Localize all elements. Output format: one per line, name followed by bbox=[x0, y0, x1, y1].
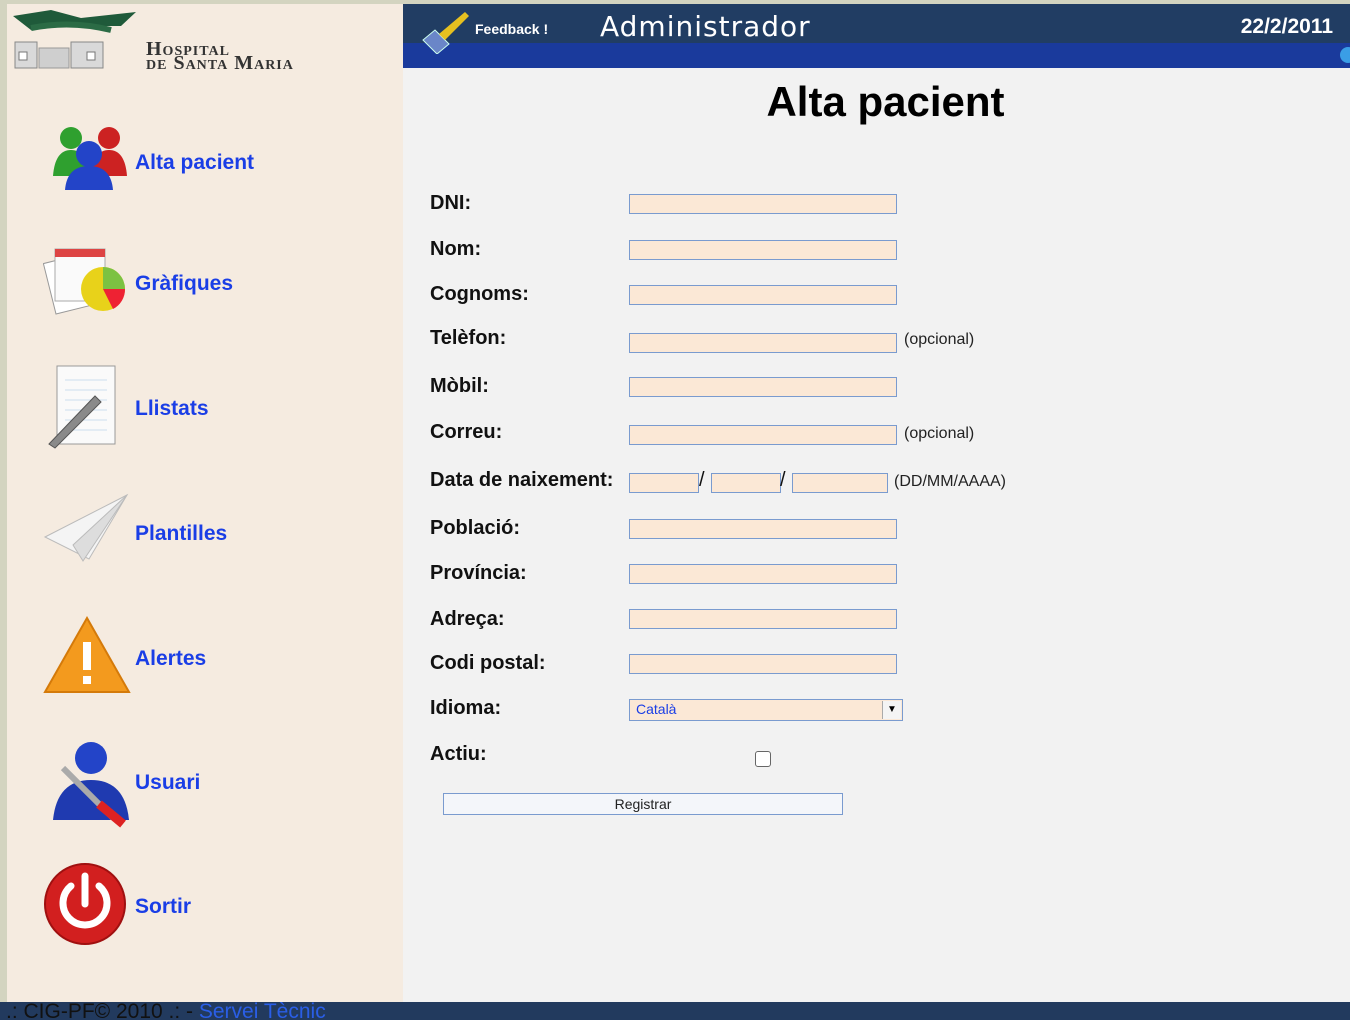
notepad-icon bbox=[48, 365, 116, 449]
poblacio-field[interactable] bbox=[629, 519, 897, 539]
date-format-hint: (DD/MM/AAAA) bbox=[894, 473, 1006, 490]
codi-postal-label: Codi postal: bbox=[430, 652, 546, 674]
sidebar-item-llistats[interactable]: Llistats bbox=[43, 364, 373, 454]
users-icon bbox=[53, 127, 127, 190]
chart-icon bbox=[43, 248, 126, 315]
date-separator: / bbox=[699, 469, 705, 491]
sidebar-item-label: Gràfiques bbox=[135, 272, 234, 295]
user-settings-icon bbox=[53, 742, 129, 828]
adreca-field[interactable] bbox=[629, 609, 897, 629]
telefon-optional-hint: (opcional) bbox=[904, 331, 975, 348]
warning-icon bbox=[43, 615, 131, 693]
cognoms-label: Cognoms: bbox=[430, 283, 529, 305]
sidebar-item-plantilles[interactable]: Plantilles bbox=[43, 489, 373, 579]
sidebar-item-label: Llistats bbox=[135, 397, 209, 420]
provincia-field[interactable] bbox=[629, 564, 897, 584]
sidebar: Hospital de Santa Maria Alta pacient Grà… bbox=[7, 4, 403, 1002]
footer-copyright: .: CIG-PF© 2010 .: - bbox=[6, 1002, 199, 1020]
mobil-label: Mòbil: bbox=[430, 375, 489, 397]
correu-field[interactable] bbox=[629, 425, 897, 445]
dni-label: DNI: bbox=[430, 192, 472, 214]
sidebar-item-sortir[interactable]: Sortir bbox=[43, 862, 373, 952]
power-icon bbox=[44, 863, 126, 945]
nom-field[interactable] bbox=[629, 240, 897, 260]
nom-label: Nom: bbox=[430, 238, 482, 260]
logo-line-2: de Santa Maria bbox=[146, 52, 294, 74]
page-title: Alta pacient bbox=[766, 78, 1005, 125]
birth-year-field[interactable] bbox=[792, 473, 888, 493]
header-bar: Feedback ! Administrador 22/2/2011 bbox=[403, 4, 1350, 69]
idioma-selected-value: Català bbox=[636, 701, 677, 717]
feedback-link[interactable]: Feedback ! bbox=[475, 21, 548, 37]
codi-postal-field[interactable] bbox=[629, 654, 897, 674]
dni-field[interactable] bbox=[629, 194, 897, 214]
birth-day-field[interactable] bbox=[629, 473, 699, 493]
actiu-label: Actiu: bbox=[430, 743, 487, 765]
data-naixement-label: Data de naixement: bbox=[430, 469, 614, 491]
corner-indicator-icon bbox=[1340, 47, 1350, 63]
cognoms-field[interactable] bbox=[629, 285, 897, 305]
sidebar-item-usuari[interactable]: Usuari bbox=[43, 738, 373, 828]
provincia-label: Província: bbox=[430, 562, 527, 584]
sidebar-item-grafiques[interactable]: Gràfiques bbox=[43, 239, 373, 329]
idioma-label: Idioma: bbox=[430, 697, 502, 719]
hospital-building-icon bbox=[13, 10, 136, 69]
header-swoosh bbox=[403, 43, 1350, 69]
footer: .: CIG-PF© 2010 .: - Servei Tècnic bbox=[0, 1002, 1350, 1020]
mobil-field[interactable] bbox=[629, 377, 897, 397]
footer-link-servei-tecnic[interactable]: Servei Tècnic bbox=[199, 1002, 326, 1020]
header-date: 22/2/2011 bbox=[1240, 15, 1333, 38]
paper-plane-icon bbox=[43, 493, 129, 562]
main-content: Alta pacient DNI: Nom: Cognoms: Telèfon:… bbox=[403, 68, 1350, 1002]
correu-label: Correu: bbox=[430, 421, 503, 443]
telefon-field[interactable] bbox=[629, 333, 897, 353]
sidebar-item-label: Sortir bbox=[135, 895, 192, 918]
header-title: Administrador bbox=[600, 10, 811, 43]
hospital-logo: Hospital de Santa Maria bbox=[11, 8, 391, 74]
telefon-label: Telèfon: bbox=[430, 327, 507, 349]
register-button[interactable]: Registrar bbox=[443, 793, 843, 815]
sidebar-item-label: Alertes bbox=[135, 647, 207, 670]
sidebar-item-label: Plantilles bbox=[135, 522, 228, 545]
date-separator: / bbox=[780, 469, 786, 491]
sidebar-item-alta-pacient[interactable]: Alta pacient bbox=[43, 118, 373, 208]
poblacio-label: Població: bbox=[430, 517, 521, 539]
footer-text: .: CIG-PF© 2010 .: - Servei Tècnic bbox=[6, 1002, 326, 1020]
correu-optional-hint: (opcional) bbox=[904, 425, 975, 442]
birth-month-field[interactable] bbox=[711, 473, 781, 493]
idioma-select[interactable]: Català ▼ bbox=[629, 699, 903, 721]
sidebar-item-label: Usuari bbox=[135, 771, 201, 794]
adreca-label: Adreça: bbox=[430, 608, 505, 630]
feedback-brush-icon[interactable] bbox=[421, 10, 469, 54]
sidebar-item-alertes[interactable]: Alertes bbox=[43, 614, 373, 704]
chevron-down-icon[interactable]: ▼ bbox=[882, 701, 901, 719]
actiu-checkbox[interactable] bbox=[755, 751, 771, 767]
sidebar-item-label: Alta pacient bbox=[135, 151, 255, 174]
